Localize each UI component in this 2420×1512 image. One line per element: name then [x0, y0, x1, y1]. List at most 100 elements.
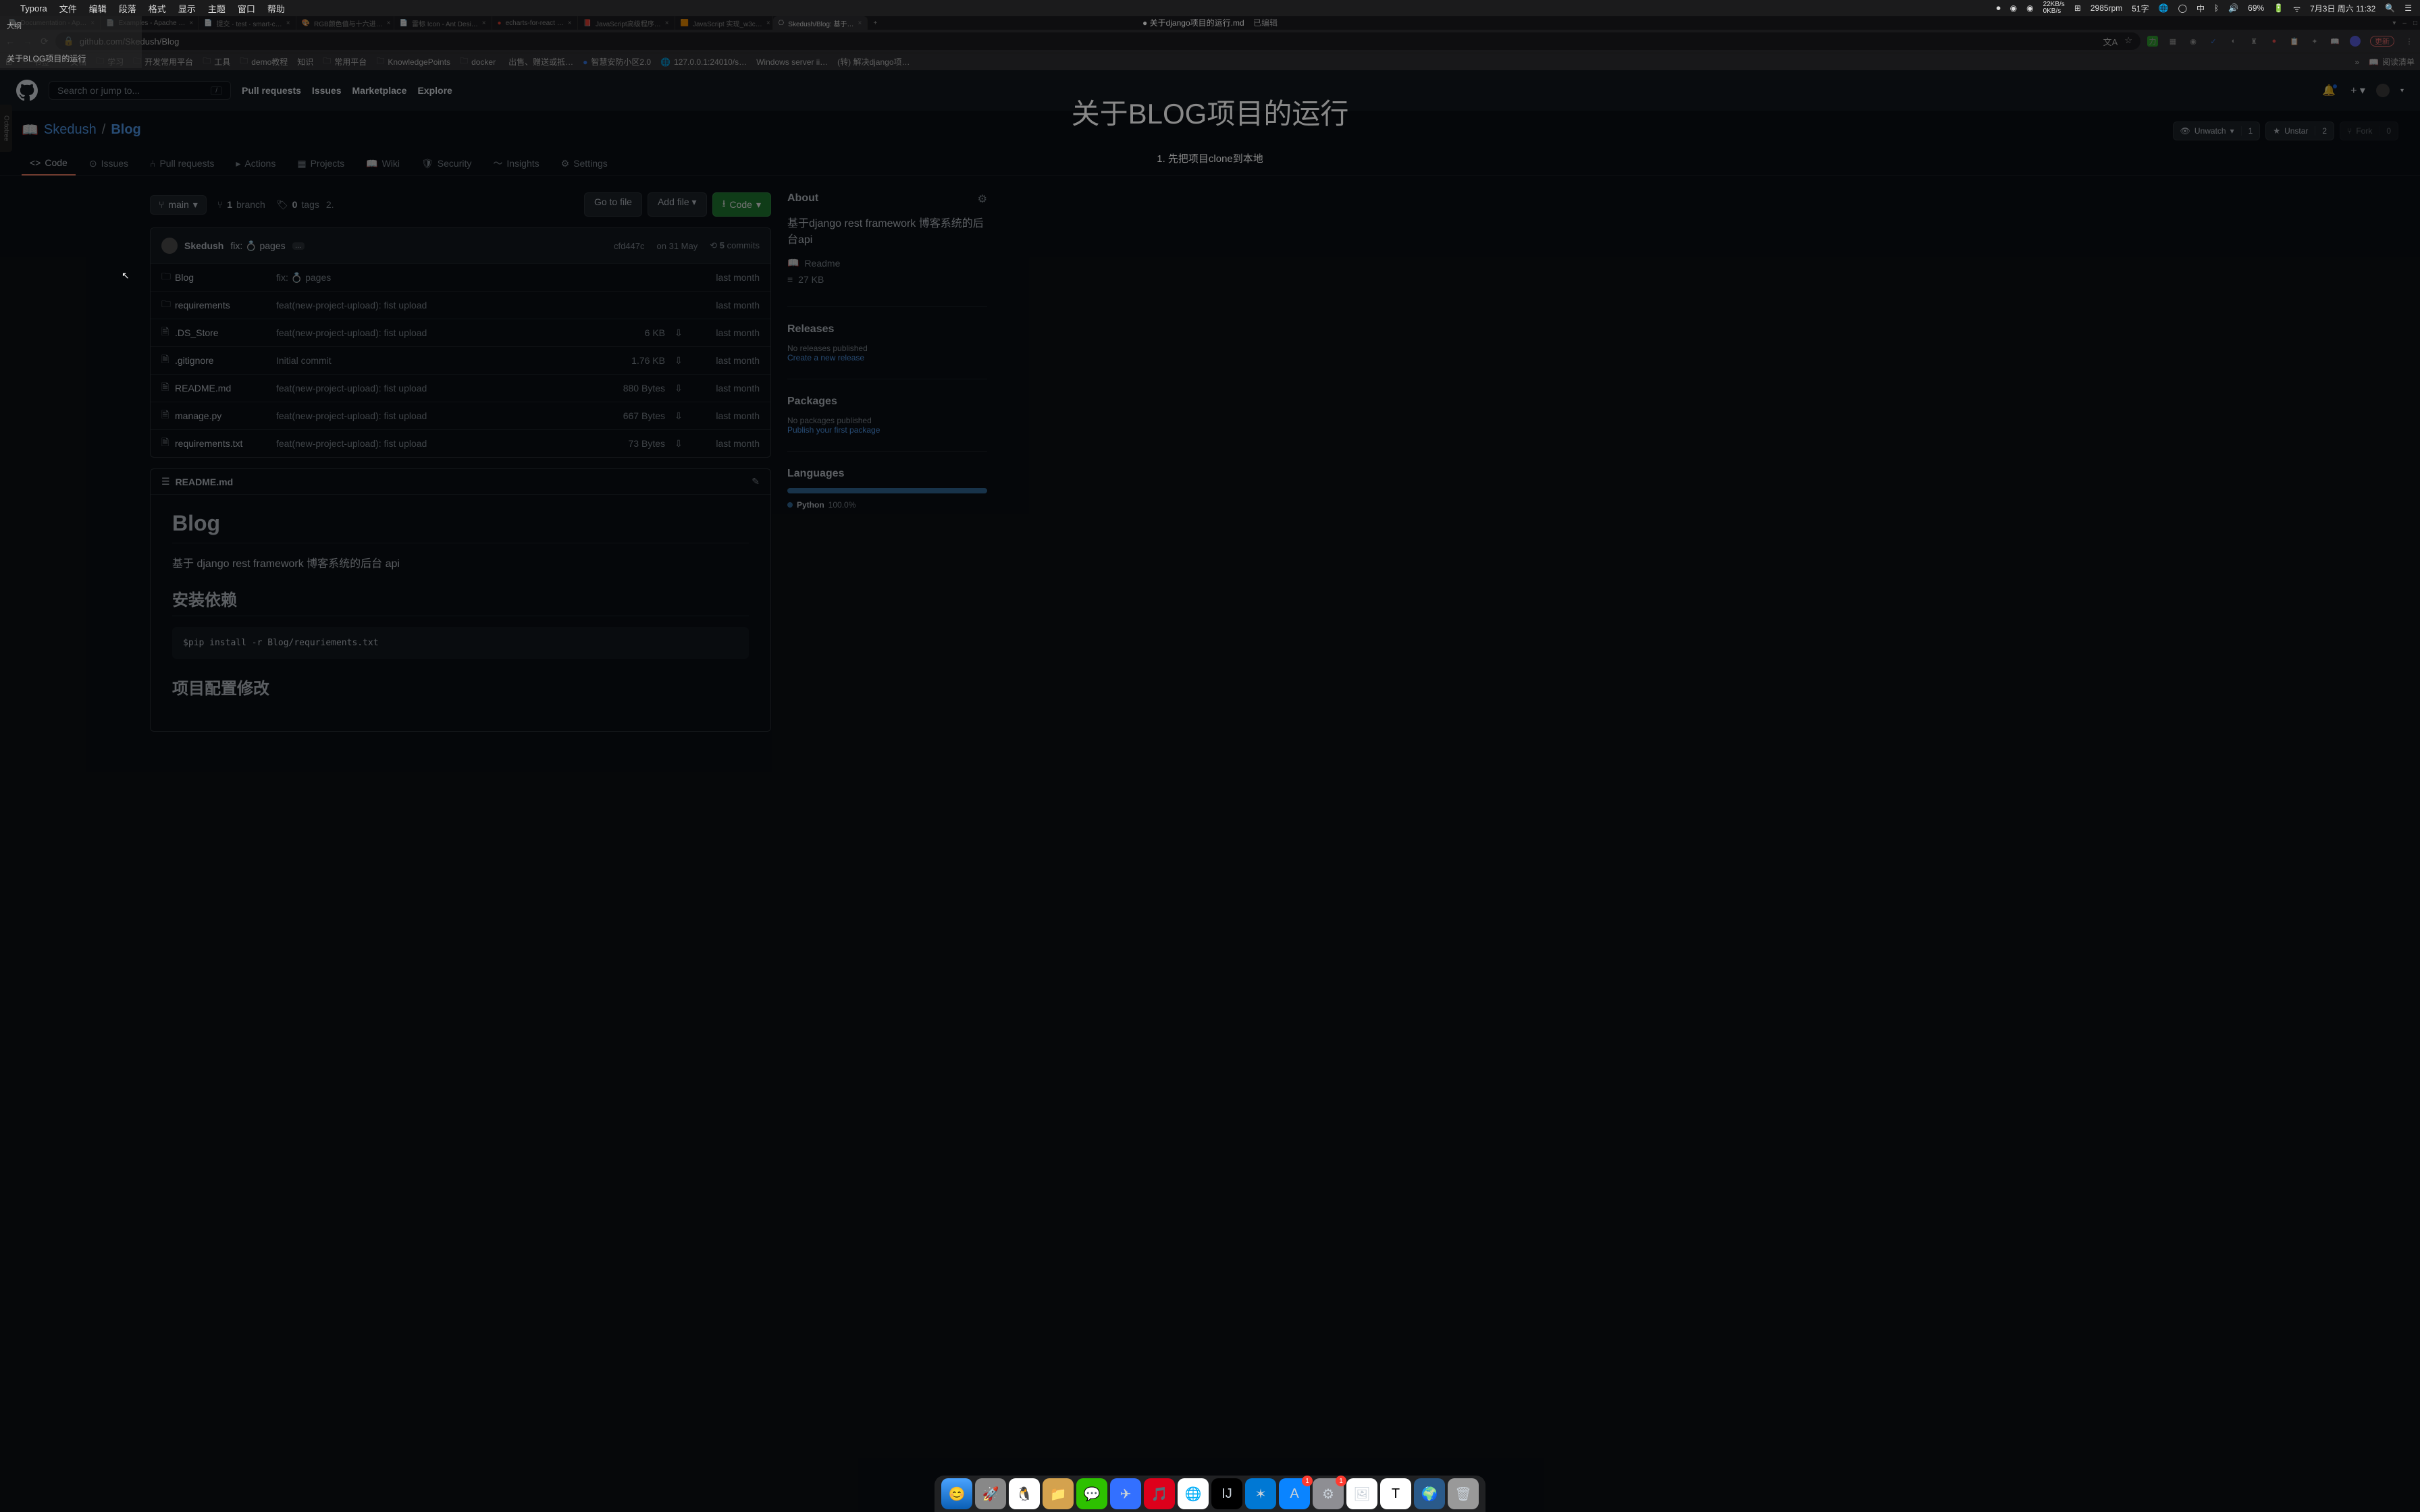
file-time[interactable]: last month — [692, 327, 760, 338]
file-time[interactable]: last month — [692, 438, 760, 449]
bookmark-item[interactable]: 🌐127.0.0.1:24010/s… — [660, 57, 747, 67]
file-link[interactable]: README.md — [175, 383, 231, 394]
file-link[interactable]: .gitignore — [175, 355, 214, 366]
ext-icon[interactable]: ✓ — [2208, 36, 2219, 47]
add-file-button[interactable]: Add file ▾ — [648, 192, 707, 217]
menu-paragraph[interactable]: 段落 — [119, 2, 136, 15]
download-icon[interactable]: ⇩ — [665, 438, 692, 450]
close-icon[interactable]: × — [665, 20, 669, 27]
dock-intellij[interactable]: IJ — [1211, 1478, 1242, 1509]
tab-issues[interactable]: ⊙Issues — [81, 151, 136, 176]
close-icon[interactable]: × — [286, 20, 290, 27]
create-release-link[interactable]: Create a new release — [787, 353, 987, 362]
typora-sidebar-tab[interactable]: 大纲 — [7, 20, 22, 31]
dock-vscode[interactable]: ✶ — [1245, 1478, 1276, 1509]
browser-tab-active[interactable]: ⎔Skedush/Blog: 基于…× — [773, 16, 868, 30]
bookmark-item[interactable]: 🗀工具 — [203, 55, 230, 69]
commit-msg[interactable]: feat(new-project-upload): fist upload — [276, 300, 598, 310]
ext-icon[interactable]: ◐ — [2228, 36, 2239, 47]
commit-date[interactable]: on 31 May — [657, 241, 698, 251]
bookmark-item[interactable]: 出售、赠送或抵… — [505, 56, 573, 68]
tray-globe-icon[interactable]: 🌐 — [2159, 3, 2169, 13]
tab-projects[interactable]: ▦Projects — [289, 151, 352, 176]
commit-msg[interactable]: Initial commit — [276, 355, 598, 366]
close-icon[interactable]: × — [568, 20, 572, 27]
code-button[interactable]: ⭳Code ▾ — [712, 192, 771, 217]
ext-icon[interactable]: ▦ — [2167, 36, 2178, 47]
go-to-file-button[interactable]: Go to file — [584, 192, 642, 217]
tray-input-icon[interactable]: 中 — [2197, 3, 2205, 14]
dock-wechat[interactable]: 💬 — [1076, 1478, 1107, 1509]
ext-icon[interactable]: ● — [2269, 36, 2280, 47]
commit-msg[interactable]: feat(new-project-upload): fist upload — [276, 383, 598, 394]
browser-tab[interactable]: 🟧JavaScript 实现_w3c…× — [675, 16, 773, 30]
dock-settings[interactable]: ⚙1 — [1313, 1478, 1344, 1509]
download-icon[interactable]: ⇩ — [665, 355, 692, 367]
tray-battery[interactable]: 69% — [2248, 3, 2264, 13]
bookmark-item[interactable]: 🗀KnowledgePoints — [376, 55, 450, 69]
tab-settings[interactable]: ⚙Settings — [553, 151, 616, 176]
extensions-icon[interactable]: ✦ — [2309, 36, 2320, 47]
close-icon[interactable]: × — [766, 20, 770, 27]
close-icon[interactable]: × — [189, 20, 193, 27]
tray-volume-icon[interactable]: 🔊 — [2228, 3, 2238, 13]
notifications-icon[interactable]: 🔔 — [2322, 84, 2340, 97]
menu-help[interactable]: 帮助 — [267, 2, 285, 15]
fork-button[interactable]: ⑂Fork 0 — [2340, 122, 2398, 140]
file-link[interactable]: Blog — [175, 272, 194, 283]
commit-msg[interactable]: feat(new-project-upload): fist upload — [276, 327, 598, 338]
dock-typora[interactable]: T — [1380, 1478, 1411, 1509]
translate-icon[interactable]: 文A — [2103, 35, 2118, 48]
commit-msg[interactable]: fix: 💍 pages — [276, 272, 598, 284]
tray-control-center-icon[interactable]: ☰ — [2404, 3, 2412, 13]
reading-list[interactable]: 📖 阅读清单 — [2369, 56, 2415, 68]
github-logo-icon[interactable] — [16, 80, 38, 101]
repo-link[interactable]: Blog — [111, 122, 140, 138]
tray-search-icon[interactable]: 🔍 — [2385, 3, 2395, 13]
file-time[interactable]: last month — [692, 410, 760, 421]
language-item[interactable]: Python 100.0% — [787, 500, 987, 510]
ext-icon[interactable]: ♜ — [2248, 36, 2259, 47]
download-icon[interactable]: ⇩ — [665, 410, 692, 422]
publish-package-link[interactable]: Publish your first package — [787, 425, 987, 435]
dock-world[interactable]: 🌍 — [1414, 1478, 1445, 1509]
browser-tab[interactable]: 📄提交 · test · smart-c…× — [199, 16, 296, 30]
update-button[interactable]: 更新 — [2370, 36, 2394, 47]
commit-message[interactable]: fix: 💍 pages — [230, 240, 285, 252]
tray-wifi-icon[interactable]: ᯤ — [2293, 3, 2300, 14]
bookmark-item[interactable]: Windows server ii… — [756, 57, 828, 67]
commit-author[interactable]: Skedush — [184, 240, 223, 251]
file-link[interactable]: .DS_Store — [175, 327, 219, 338]
reading-list-icon[interactable]: 📖 — [2330, 36, 2340, 47]
browser-tab[interactable]: 📄雷标 Icon - Ant Desi…× — [394, 16, 492, 30]
url-bar[interactable]: 🔒 github.com/Skedush/Blog 文A ☆ — [55, 32, 2140, 50]
tab-security[interactable]: 🛡Security — [413, 151, 479, 176]
commits-link[interactable]: ⟲ 5 commits — [710, 240, 760, 251]
commit-author-avatar[interactable] — [161, 238, 178, 254]
menu-edit[interactable]: 编辑 — [89, 2, 107, 15]
browser-tab[interactable]: ●echarts-for-react …× — [492, 16, 578, 30]
download-icon[interactable]: ⇩ — [665, 327, 692, 339]
star-button[interactable]: ★Unstar 2 — [2265, 122, 2334, 140]
file-link[interactable]: requirements — [175, 300, 230, 310]
tray-hollow-circle-icon[interactable]: ◯ — [2178, 3, 2187, 13]
octotree-tab[interactable]: Octotree — [0, 105, 12, 152]
tab-code[interactable]: <>Code — [22, 151, 76, 176]
user-avatar[interactable] — [2376, 84, 2390, 97]
browser-tab[interactable]: 🎨RGB颜色值与十六进…× — [296, 16, 394, 30]
browser-tab[interactable]: 📕JavaScript高级程序…× — [578, 16, 675, 30]
dock-launchpad[interactable]: 🚀 — [975, 1478, 1006, 1509]
watch-button[interactable]: 👁Unwatch ▾ 1 — [2173, 122, 2261, 140]
readme-link[interactable]: 📖Readme — [787, 257, 987, 269]
dock-appstore[interactable]: A1 — [1279, 1478, 1310, 1509]
nav-explore[interactable]: Explore — [417, 85, 452, 96]
record-icon[interactable]: ⏺ — [1997, 3, 2001, 14]
tab-overflow-icon[interactable]: ▾ — [2392, 20, 2396, 27]
tab-actions[interactable]: ▸Actions — [228, 151, 284, 176]
menu-theme[interactable]: 主题 — [208, 2, 226, 15]
qq-tray-icon[interactable]: ◉ — [2026, 3, 2033, 13]
file-link[interactable]: manage.py — [175, 410, 221, 421]
typora-outline-item[interactable]: 关于BLOG项目的运行 — [7, 53, 135, 64]
maximize-icon[interactable]: □ — [2413, 20, 2417, 27]
tab-wiki[interactable]: 📖Wiki — [358, 151, 408, 176]
